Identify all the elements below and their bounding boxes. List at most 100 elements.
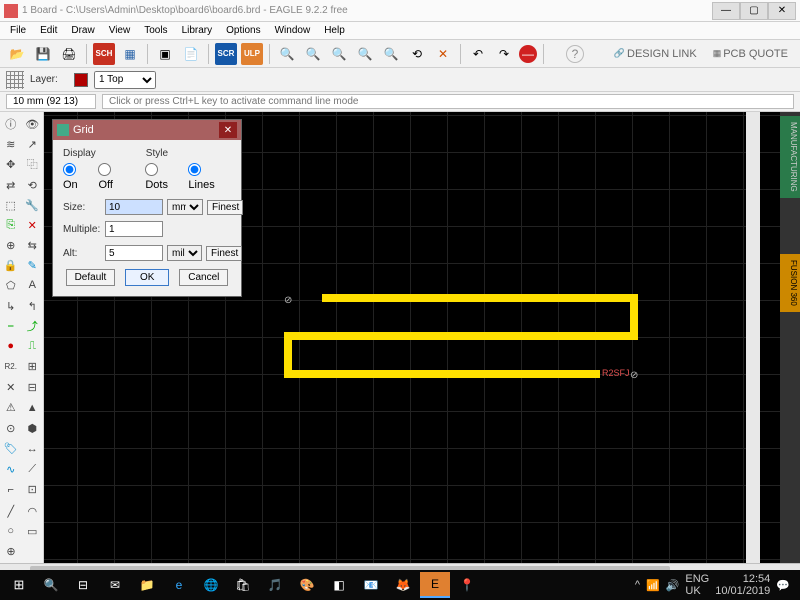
size-input[interactable] [105, 199, 163, 215]
menu-draw[interactable]: Draw [65, 24, 100, 37]
undo-icon[interactable]: ↶ [467, 43, 489, 65]
cancel-button[interactable]: Cancel [179, 269, 228, 286]
radio-dots[interactable]: Dots [145, 163, 184, 191]
add-icon[interactable]: ⊕ [0, 235, 22, 255]
menu-file[interactable]: File [4, 24, 32, 37]
miter-icon[interactable]: ⌐ [0, 480, 22, 500]
alt-input[interactable] [105, 245, 163, 261]
lock-icon[interactable]: 🔒 [0, 255, 22, 275]
menu-tools[interactable]: Tools [138, 24, 173, 37]
replace-icon[interactable]: ⇆ [22, 235, 44, 255]
attr-icon[interactable]: 🏷 [0, 439, 22, 459]
refresh-icon[interactable]: ⟲ [406, 43, 428, 65]
print-icon[interactable]: 🖨 [58, 43, 80, 65]
layer-select[interactable]: 1 Top [94, 71, 156, 89]
eagle-taskbar-icon[interactable]: E [420, 572, 450, 598]
mirror-icon[interactable]: ⇄ [0, 175, 22, 195]
ok-button[interactable]: OK [125, 269, 169, 286]
ulp-button[interactable]: ULP [241, 43, 263, 65]
line-icon[interactable]: ╱ [0, 501, 22, 521]
menu-options[interactable]: Options [220, 24, 266, 37]
menu-edit[interactable]: Edit [34, 24, 63, 37]
firefox-icon[interactable]: 🦊 [388, 572, 418, 598]
stop-icon[interactable]: — [519, 45, 537, 63]
split-icon[interactable]: ⟋ [22, 460, 44, 480]
tray-up-icon[interactable]: ^ [635, 579, 640, 591]
paste-icon[interactable]: ⎘ [0, 215, 22, 235]
circle-icon[interactable]: ○ [0, 521, 22, 541]
route2-icon[interactable]: ⤴ [22, 316, 44, 336]
via-icon[interactable]: ● [0, 336, 22, 356]
group-icon[interactable]: ⬚ [0, 195, 22, 215]
outlook-icon[interactable]: 📧 [356, 572, 386, 598]
taskview-icon[interactable]: ⊟ [68, 572, 98, 598]
meander-icon[interactable]: ∿ [0, 460, 22, 480]
paint3d-icon[interactable]: 🎨 [292, 572, 322, 598]
start-button[interactable]: ⊞ [4, 572, 34, 598]
eye-icon[interactable]: 👁 [22, 114, 44, 134]
text-icon[interactable]: A [22, 275, 44, 295]
notifications-icon[interactable]: 💬 [776, 579, 790, 592]
layer-color-swatch[interactable] [74, 73, 88, 87]
menu-window[interactable]: Window [269, 24, 317, 37]
zoom-select-icon[interactable]: 🔍 [380, 43, 402, 65]
dialog-close-button[interactable]: ✕ [219, 122, 237, 138]
rotate-icon[interactable]: ⟲ [22, 175, 44, 195]
size-finest-button[interactable]: Finest [207, 200, 243, 215]
move-arrow-icon[interactable]: ↗ [22, 134, 44, 154]
copy-icon[interactable]: ⿻ [22, 154, 44, 174]
menu-help[interactable]: Help [318, 24, 351, 37]
clock[interactable]: 12:5410/01/2019 [715, 573, 770, 597]
help-icon[interactable]: ? [566, 45, 584, 63]
arc-icon[interactable]: ◠ [22, 501, 44, 521]
auto-icon[interactable]: ⊟ [22, 378, 44, 398]
radio-on[interactable]: On [63, 163, 94, 191]
menu-view[interactable]: View [103, 24, 137, 37]
close-button[interactable]: ✕ [768, 2, 796, 20]
chrome-icon[interactable]: 🌐 [196, 572, 226, 598]
info-icon[interactable]: ⓘ [0, 114, 22, 134]
signal-icon[interactable]: ⎍ [22, 336, 44, 356]
design-link-button[interactable]: 🔗 DESIGN LINK [608, 46, 703, 62]
dim-icon[interactable]: ↔ [22, 439, 44, 459]
move-icon[interactable]: ✥ [0, 154, 22, 174]
zoom-fit-icon[interactable]: 🔍 [276, 43, 298, 65]
location-icon[interactable]: 📍 [452, 572, 482, 598]
sheet-icon[interactable]: 📄 [180, 43, 202, 65]
zoom-out-icon[interactable]: 🔍 [328, 43, 350, 65]
sch-button[interactable]: SCH [93, 43, 115, 65]
cam-icon[interactable]: ▦ [119, 43, 141, 65]
calc-icon[interactable]: ⊞ [22, 356, 44, 376]
pcb-quote-button[interactable]: ▦ PCB QUOTE [707, 46, 794, 62]
smash-icon[interactable]: ✎ [22, 255, 44, 275]
explorer-icon[interactable]: 📁 [132, 572, 162, 598]
optimize-icon[interactable]: ⊡ [22, 480, 44, 500]
poly-icon[interactable]: ⬠ [0, 275, 22, 295]
tab-manufacturing[interactable]: MANUFACTURING [780, 116, 800, 198]
language-indicator[interactable]: ENGUK [685, 573, 709, 597]
errors-icon[interactable]: ▲ [22, 398, 44, 418]
multiple-input[interactable] [105, 221, 163, 237]
layers-icon[interactable]: ≋ [0, 134, 22, 154]
search-icon[interactable]: 🔍 [36, 572, 66, 598]
delete-icon[interactable]: ✕ [22, 215, 44, 235]
redo-icon[interactable]: ↷ [493, 43, 515, 65]
network-icon[interactable]: 📶 [646, 579, 660, 592]
volume-icon[interactable]: 🔊 [666, 579, 680, 592]
app-icon[interactable]: ◧ [324, 572, 354, 598]
minimize-button[interactable]: — [712, 2, 740, 20]
menu-library[interactable]: Library [176, 24, 219, 37]
r2-icon[interactable]: R2. [0, 356, 22, 376]
command-line-input[interactable] [102, 94, 794, 109]
hole-icon[interactable]: ⊙ [0, 419, 22, 439]
route-icon[interactable]: ↳ [0, 296, 22, 316]
itunes-icon[interactable]: 🎵 [260, 572, 290, 598]
zoom-in-icon[interactable]: 🔍 [302, 43, 324, 65]
ratsnest-icon[interactable]: ✕ [0, 378, 22, 398]
save-icon[interactable]: 💾 [32, 43, 54, 65]
zoom-redraw-icon[interactable]: 🔍 [354, 43, 376, 65]
radio-off[interactable]: Off [98, 163, 129, 191]
scr-button[interactable]: SCR [215, 43, 237, 65]
erc-icon[interactable]: ⚠ [0, 398, 22, 418]
pcb-trace[interactable] [284, 332, 638, 340]
